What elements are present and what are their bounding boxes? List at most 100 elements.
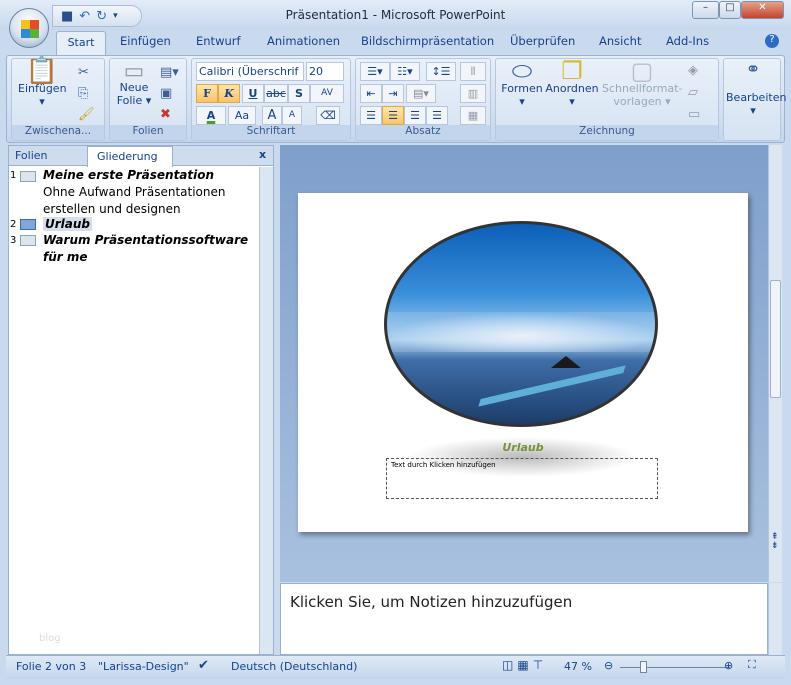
tab-ueberpruefen[interactable]: Überprüfen [510,34,575,48]
tab-slides[interactable]: Folien [15,149,48,162]
zoom-slider-thumb[interactable] [639,661,647,673]
view-buttons[interactable]: ◫▦⊤ [502,658,547,672]
shrink-font-button[interactable]: A [282,106,302,125]
help-icon[interactable]: ? [765,34,779,48]
customize-qat-icon[interactable]: ▾ [113,11,118,21]
numbering-icon[interactable]: ☷▾ [390,62,420,81]
tab-einfuegen[interactable]: Einfügen [120,34,171,48]
ribbon-tabs: Start Einfügen Entwurf Animationen Bilds… [0,30,791,56]
reset-slide-icon[interactable]: ▣ [160,86,172,101]
outline-title[interactable]: Warum Präsentationssoftware [43,233,248,247]
italic-button[interactable]: K [218,84,240,103]
new-slide-label: Neue [119,81,149,94]
cut-icon[interactable]: ✂ [78,65,89,80]
shape-fill-icon[interactable]: ◈ [688,63,698,78]
tab-add-ins[interactable]: Add-Ins [666,34,709,48]
notes-placeholder[interactable]: Klicken Sie, um Notizen hinzuzufügen [290,593,572,611]
line-spacing-icon[interactable]: ↕☰ [426,62,456,81]
underline-button[interactable]: U [242,84,264,103]
columns-icon[interactable]: ⫴ [460,62,486,81]
zoom-level[interactable]: 47 % [564,660,592,673]
outline-title[interactable]: Urlaub [43,217,93,231]
slide-icon[interactable] [20,235,36,246]
increase-indent-icon[interactable]: ⇥ [382,84,404,103]
jetty [478,365,626,407]
grow-font-button[interactable]: A [262,106,282,125]
fit-to-window-icon[interactable]: ⛶ [748,658,756,672]
copy-icon[interactable]: ⎘ [78,86,88,101]
align-left-icon[interactable]: ☰ [360,106,382,125]
decrease-indent-icon[interactable]: ⇤ [360,84,382,103]
close-button[interactable]: ✕ [741,1,784,19]
notes-scrollbar[interactable] [768,583,782,655]
shadow-button[interactable]: S [288,84,310,103]
slide-icon[interactable] [20,171,36,182]
prev-next-slide-icon[interactable]: ⇞ ⇟ [771,533,779,551]
slide-canvas[interactable]: Urlaub Text durch Klicken hinzufügen [298,193,748,532]
bullets-icon[interactable]: ☰▾ [360,62,390,81]
tab-bildschirmpraesentation[interactable]: Bildschirmpräsentation [361,34,494,48]
slide-indicator: Folie 2 von 3 [16,660,87,673]
redo-icon[interactable]: ↻ [96,9,107,24]
scroll-thumb[interactable] [770,280,781,398]
bold-button[interactable]: F [196,84,218,103]
layout-icon[interactable]: ▤▾ [160,65,179,80]
tab-entwurf[interactable]: Entwurf [196,34,241,48]
shapes-button[interactable]: ⬭ Formen ▾ [500,59,544,108]
outline-title-cont[interactable]: für me [43,250,88,264]
format-painter-icon[interactable]: 🖌 [78,107,95,122]
slide-icon[interactable] [20,219,36,230]
new-slide-button[interactable]: ▭ Neue Folie ▾ [114,61,154,108]
slideshow-icon[interactable]: ⊤ [533,658,547,672]
zoom-slider[interactable] [620,661,730,673]
close-pane-button[interactable]: x [259,148,266,161]
paste-label: Einfügen [18,82,67,95]
font-name-select[interactable]: Calibri (Überschrif [196,62,304,81]
arrange-button[interactable]: ❐ Anordnen ▾ [544,59,600,108]
language[interactable]: Deutsch (Deutschland) [231,660,357,673]
slide-picture[interactable] [384,221,658,427]
theme-name[interactable]: "Larissa-Design" [98,660,189,673]
align-center-icon[interactable]: ☰ [382,106,404,125]
content-placeholder[interactable]: Text durch Klicken hinzufügen [386,458,658,499]
notes-pane[interactable]: Klicken Sie, um Notizen hinzuzufügen [280,583,768,655]
maximize-button[interactable]: □ [719,1,741,19]
slide-scrollbar[interactable]: ⇞ ⇟ [768,145,782,582]
slide-title[interactable]: Urlaub [298,441,748,454]
shape-effects-icon[interactable]: ▭ [688,107,700,122]
smartart-icon[interactable]: ▦ [460,106,486,125]
text-direction-icon[interactable]: ▥ [460,84,486,103]
save-icon[interactable]: ■ [61,9,73,24]
font-color-button[interactable]: A [196,106,226,125]
outline-body[interactable]: Ohne Aufwand Präsentationen [43,185,225,199]
columns-menu-icon[interactable]: ▤▾ [406,84,436,103]
delete-slide-icon[interactable]: ✖ [160,107,171,122]
zoom-out-icon[interactable]: ⊖ [604,659,613,672]
tab-start[interactable]: Start [56,31,106,56]
char-spacing-button[interactable]: AV [310,84,344,103]
paste-button[interactable]: 📋 Einfügen ▾ [18,58,67,108]
undo-icon[interactable]: ↶ [79,9,90,24]
strikethrough-button[interactable]: abc [264,84,288,103]
slide-sorter-icon[interactable]: ▦ [517,658,532,672]
minimize-button[interactable]: – [692,1,719,19]
tab-animationen[interactable]: Animationen [267,34,340,48]
outline-title[interactable]: Meine erste Präsentation [43,168,214,182]
normal-view-icon[interactable]: ◫ [502,658,517,672]
change-case-button[interactable]: Aa [228,106,256,125]
quick-styles-button[interactable]: ▢ Schnellformat-vorlagen ▾ [602,59,683,108]
clear-formatting-icon[interactable]: ⌫ [316,106,340,125]
office-button[interactable] [9,8,49,48]
outline-body[interactable]: erstellen und designen [43,202,181,216]
zoom-in-icon[interactable]: ⊕ [724,659,733,672]
outline-scrollbar[interactable] [259,167,273,654]
tab-ansicht[interactable]: Ansicht [599,34,641,48]
justify-icon[interactable]: ☰ [426,106,448,125]
shape-outline-icon[interactable]: ▱ [688,85,698,100]
spellcheck-icon[interactable]: ✔ [198,658,209,673]
tab-outline[interactable]: Gliederung [87,146,173,167]
align-right-icon[interactable]: ☰ [404,106,426,125]
editing-label: Bearbeiten [726,91,787,104]
font-size-select[interactable]: 20 [306,62,344,81]
editing-button[interactable]: ⚭ Bearbeiten ▾ [726,61,786,118]
